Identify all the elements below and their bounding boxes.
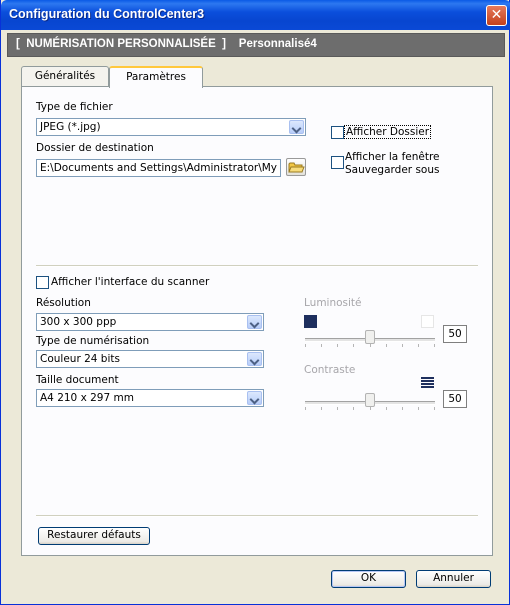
contrast-label: Contraste: [304, 364, 356, 376]
destination-value: E:\Documents and Settings\Administrator\…: [40, 162, 280, 174]
separator: [36, 515, 478, 517]
chevron-down-icon[interactable]: [247, 391, 262, 405]
resolution-select[interactable]: 300 x 300 ppp: [36, 313, 264, 331]
show-folder-label: Afficher Dossier: [343, 125, 432, 139]
resolution-value: 300 x 300 ppp: [40, 316, 117, 328]
tab-label: Paramètres: [126, 71, 186, 83]
header-text: [ NUMÉRISATION PERSONNALISÉE ] Personnal…: [16, 38, 317, 50]
show-scanner-interface-label: Afficher l'interface du scanner: [51, 276, 210, 288]
ok-button[interactable]: OK: [331, 570, 406, 588]
browse-folder-button[interactable]: [286, 158, 306, 176]
brightness-label: Luminosité: [304, 297, 362, 309]
folder-icon: [288, 162, 305, 173]
settings-panel: Type de fichier JPEG (*.jpg) Dossier de …: [21, 86, 493, 556]
destination-label: Dossier de destination: [36, 142, 154, 154]
close-icon[interactable]: ✕: [486, 5, 507, 26]
show-save-as-label-line1: Afficher la fenêtre: [345, 151, 440, 163]
tab-generalites[interactable]: Généralités: [21, 66, 109, 86]
contrast-slider-thumb[interactable]: [365, 393, 375, 407]
document-size-label: Taille document: [36, 374, 119, 386]
title-bar[interactable]: Configuration du ControlCenter3 ✕: [1, 0, 510, 30]
document-size-select[interactable]: A4 210 x 297 mm: [36, 389, 264, 407]
chevron-down-icon[interactable]: [247, 315, 262, 329]
brightness-slider-thumb[interactable]: [365, 330, 375, 344]
show-save-as-checkbox[interactable]: [331, 156, 344, 169]
chevron-down-icon[interactable]: [247, 352, 262, 366]
file-type-value: JPEG (*.jpg): [40, 121, 101, 133]
cancel-button[interactable]: Annuler: [416, 570, 491, 588]
show-folder-checkbox[interactable]: [331, 126, 344, 139]
contrast-lines-icon: [421, 377, 434, 388]
chevron-down-icon[interactable]: [289, 120, 304, 134]
show-scanner-interface-checkbox[interactable]: [36, 276, 49, 289]
document-size-value: A4 210 x 297 mm: [40, 392, 134, 404]
separator: [36, 265, 478, 267]
scan-type-label: Type de numérisation: [36, 335, 150, 347]
scan-type-select[interactable]: Couleur 24 bits: [36, 350, 264, 368]
restore-defaults-button[interactable]: Restaurer défauts: [38, 527, 150, 545]
file-type-select[interactable]: JPEG (*.jpg): [36, 118, 306, 136]
config-window: Configuration du ControlCenter3 ✕ [ NUMÉ…: [0, 0, 510, 605]
show-save-as-label-line2: Sauvegarder sous: [345, 164, 440, 176]
destination-field[interactable]: E:\Documents and Settings\Administrator\…: [36, 159, 281, 177]
file-type-label: Type de fichier: [36, 101, 113, 113]
scan-type-value: Couleur 24 bits: [40, 353, 120, 365]
resolution-label: Résolution: [36, 297, 91, 309]
tab-label: Généralités: [34, 70, 96, 82]
contrast-value: 50: [443, 390, 467, 408]
tab-parametres[interactable]: Paramètres: [109, 66, 203, 88]
brightness-value: 50: [443, 325, 467, 343]
window-title: Configuration du ControlCenter3: [9, 7, 205, 21]
light-square-icon: [421, 315, 434, 328]
dark-square-icon: [304, 315, 317, 328]
header-bar: [ NUMÉRISATION PERSONNALISÉE ] Personnal…: [7, 33, 505, 57]
